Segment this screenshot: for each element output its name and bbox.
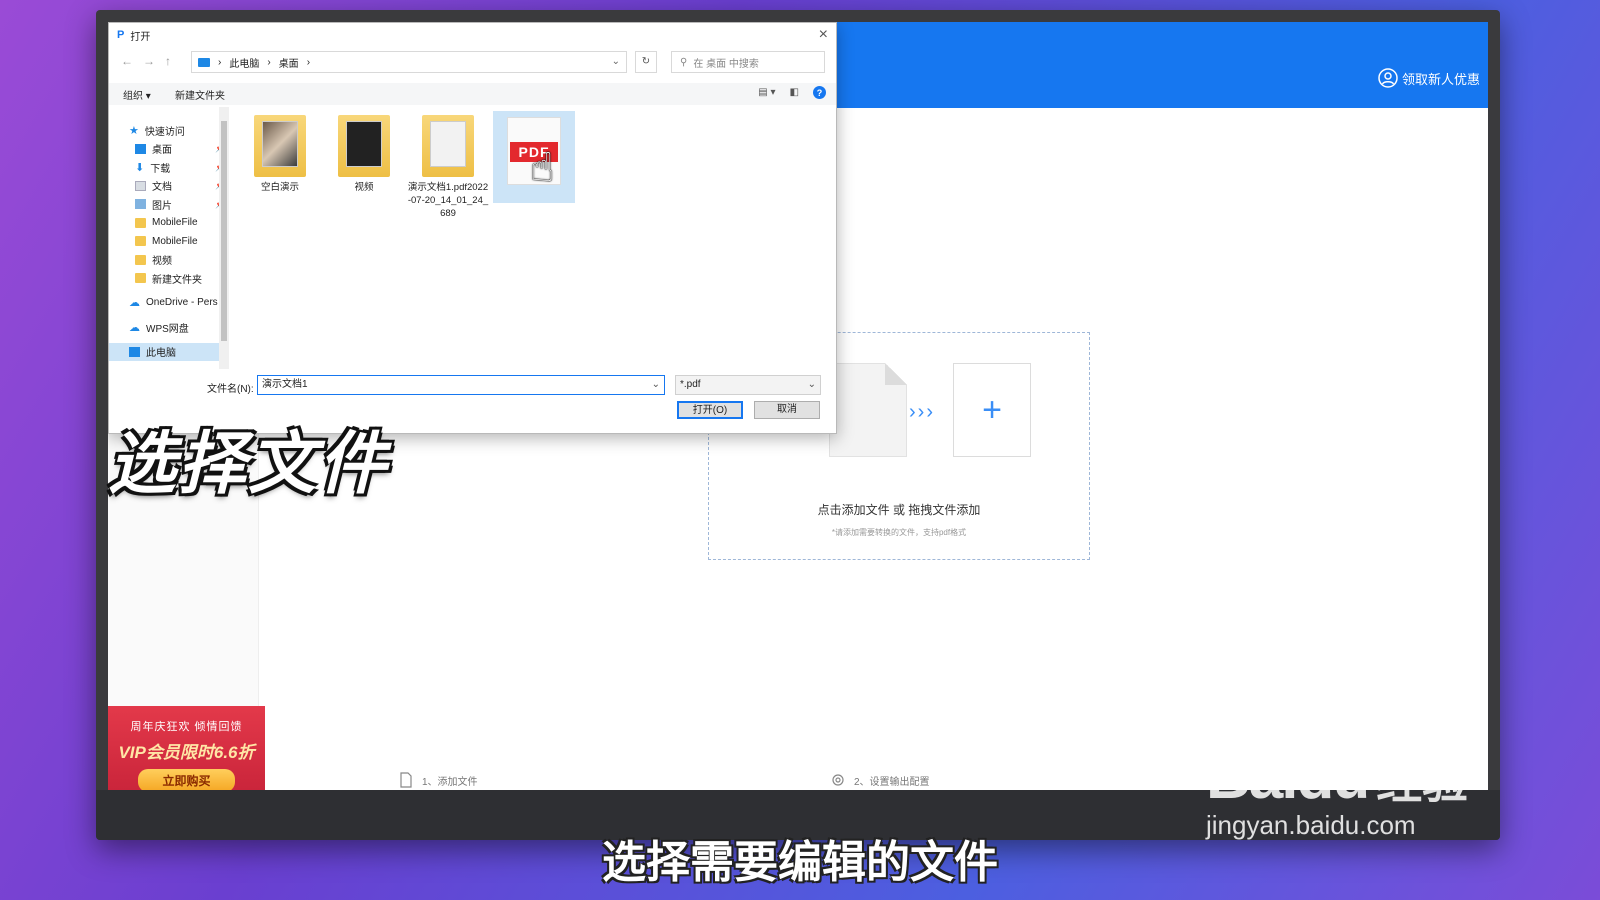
file-list-pane: 空白演示 视频 演示文档1.pdf2022-07-20_14_01_24_689… — [239, 107, 836, 369]
nav-onedrive[interactable]: ☁ OneDrive - Pers — [109, 294, 229, 313]
search-placeholder: 在 桌面 中搜索 — [693, 58, 759, 70]
breadcrumb-this-pc[interactable]: 此电脑 — [229, 55, 259, 70]
nav-pictures[interactable]: 图片📌 — [109, 195, 229, 214]
picture-icon — [135, 199, 146, 210]
gear-icon — [830, 772, 846, 788]
dialog-titlebar: P 打开 — [109, 23, 836, 47]
view-options-icon[interactable]: ▤ ▾ — [758, 87, 775, 98]
download-icon: ⬇ — [135, 161, 145, 174]
nav-folder-new[interactable]: 新建文件夹 — [109, 269, 229, 288]
watermark-logo-suffix: 经验 — [1376, 756, 1469, 808]
nav-scrollbar[interactable] — [219, 107, 229, 369]
chevron-down-icon[interactable]: ⌄ — [612, 56, 620, 67]
step-add-file: 1、添加文件 — [398, 772, 478, 788]
nav-downloads[interactable]: ⬇下载📌 — [109, 158, 229, 177]
baidu-watermark-logo: Baidu 经验 — [1206, 742, 1468, 813]
filename-label: 文件名(N): — [207, 384, 254, 395]
document-icon — [135, 180, 146, 191]
file-name: 空白演示 — [260, 182, 299, 193]
cancel-button[interactable]: 取消 — [754, 401, 820, 419]
vip-ad-line2: VIP会员限时6.6折 — [118, 743, 255, 762]
watermark-logo-text: Baidu — [1206, 743, 1370, 812]
pdf-file-icon: PDF ☝ — [507, 117, 561, 190]
folder-icon — [254, 115, 306, 177]
add-file-plus-icon[interactable]: + — [953, 363, 1031, 457]
new-folder-button[interactable]: 新建文件夹 — [175, 87, 225, 102]
chevron-down-icon[interactable]: ⌄ — [808, 376, 816, 394]
nav-folder-video[interactable]: 视频 — [109, 251, 229, 270]
cloud-icon: ☁ — [129, 297, 140, 310]
folder-icon — [135, 273, 146, 284]
navigation-pane: ★快速访问 桌面📌 ⬇下载📌 文档📌 图片📌 MobileFile Mobile… — [109, 107, 229, 369]
nav-back-forward-up-icons[interactable]: ←→↑ — [121, 54, 181, 68]
dialog-title: 打开 — [130, 31, 151, 43]
file-name: 演示文档1.pdf2022-07-20_14_01_24_689 — [407, 182, 489, 219]
app-logo-icon: P — [117, 29, 125, 41]
arrows-icon: ››› — [909, 401, 935, 423]
vip-ad-banner[interactable]: 周年庆狂欢 倾情回馈 VIP会员限时6.6折 立即购买 — [108, 706, 265, 794]
nav-wps-drive[interactable]: ☁ WPS网盘 — [109, 318, 229, 337]
filetype-value: *.pdf — [680, 379, 701, 390]
open-button[interactable]: 打开(O) — [677, 401, 743, 419]
drop-zone-main-text: 点击添加文件 或 拖拽文件添加 — [817, 503, 981, 517]
star-icon: ★ — [129, 124, 139, 137]
file-item-pdf-selected[interactable]: PDF ☝ — [493, 111, 575, 203]
filename-row: 文件名(N): 演示文档1 ⌄ *.pdf ⌄ — [109, 375, 836, 397]
search-icon: ⚲ — [680, 56, 688, 68]
help-icon[interactable]: ? — [813, 86, 826, 99]
buy-now-button[interactable]: 立即购买 — [138, 769, 235, 792]
folder-icon — [135, 217, 146, 228]
nav-network[interactable]: 网络 — [109, 367, 229, 369]
user-icon — [1378, 68, 1398, 88]
cloud-icon: ☁ — [129, 321, 140, 334]
nav-folder-mobilefile-2[interactable]: MobileFile — [109, 232, 229, 251]
computer-icon — [198, 57, 210, 67]
desktop-icon — [135, 143, 146, 154]
vip-ad-line1: 周年庆狂欢 倾情回馈 — [130, 721, 243, 733]
address-row: ←→↑ › 此电脑 › 桌面 › ⌄ ↻ ⚲ 在 桌面 中搜索 — [109, 51, 836, 75]
refresh-icon[interactable]: ↻ — [635, 51, 657, 73]
file-name: 视频 — [354, 182, 374, 193]
folder-icon — [135, 254, 146, 265]
file-icon — [398, 772, 414, 788]
nav-desktop[interactable]: 桌面📌 — [109, 140, 229, 159]
nav-quick-access[interactable]: ★ 快速访问 — [109, 121, 229, 140]
document-placeholder-icon — [829, 363, 907, 457]
filename-input[interactable]: 演示文档1 ⌄ — [257, 375, 665, 395]
folder-icon — [135, 236, 146, 247]
chevron-down-icon[interactable]: ⌄ — [652, 376, 660, 394]
step-label: 1、添加文件 — [422, 776, 478, 788]
step-output-config: 2、设置输出配置 — [830, 772, 930, 788]
computer-icon — [129, 346, 140, 357]
nav-documents[interactable]: 文档📌 — [109, 177, 229, 196]
file-item-folder[interactable]: 演示文档1.pdf2022-07-20_14_01_24_689 — [407, 111, 489, 220]
close-icon[interactable]: × — [819, 26, 828, 44]
tutorial-caption: 选择文件 — [108, 426, 389, 502]
search-input[interactable]: ⚲ 在 桌面 中搜索 — [671, 51, 825, 73]
filetype-select[interactable]: *.pdf ⌄ — [675, 375, 821, 395]
address-bar[interactable]: › 此电脑 › 桌面 › ⌄ — [191, 51, 627, 73]
nav-folder-mobilefile-1[interactable]: MobileFile — [109, 214, 229, 233]
scrollbar-thumb[interactable] — [221, 121, 227, 341]
promo-button[interactable]: 领取新人优惠 — [1378, 68, 1480, 88]
promo-label: 领取新人优惠 — [1401, 71, 1480, 87]
folder-icon — [338, 115, 390, 177]
preview-pane-icon[interactable]: ◧ — [790, 87, 799, 98]
open-file-dialog: P 打开 × ←→↑ › 此电脑 › 桌面 › ⌄ ↻ ⚲ 在 桌面 中搜索 组… — [108, 22, 837, 434]
organize-button[interactable]: 组织 ▾ — [123, 87, 151, 102]
hand-cursor-icon: ☝ — [530, 146, 555, 190]
nav-this-pc[interactable]: 此电脑 — [109, 342, 229, 361]
file-item-folder[interactable]: 视频 — [323, 111, 405, 194]
folder-icon — [422, 115, 474, 177]
dialog-toolbar: 组织 ▾ 新建文件夹 ▤ ▾ ◧ ? — [109, 83, 836, 105]
filename-value: 演示文档1 — [262, 379, 308, 390]
video-subtitle: 选择需要编辑的文件 — [602, 838, 998, 887]
file-item-folder[interactable]: 空白演示 — [239, 111, 321, 194]
breadcrumb-desktop[interactable]: 桌面 — [279, 55, 299, 70]
drop-zone-hint: *请添加需要转换的文件，支持pdf格式 — [831, 528, 967, 537]
step-label: 2、设置输出配置 — [854, 776, 930, 788]
